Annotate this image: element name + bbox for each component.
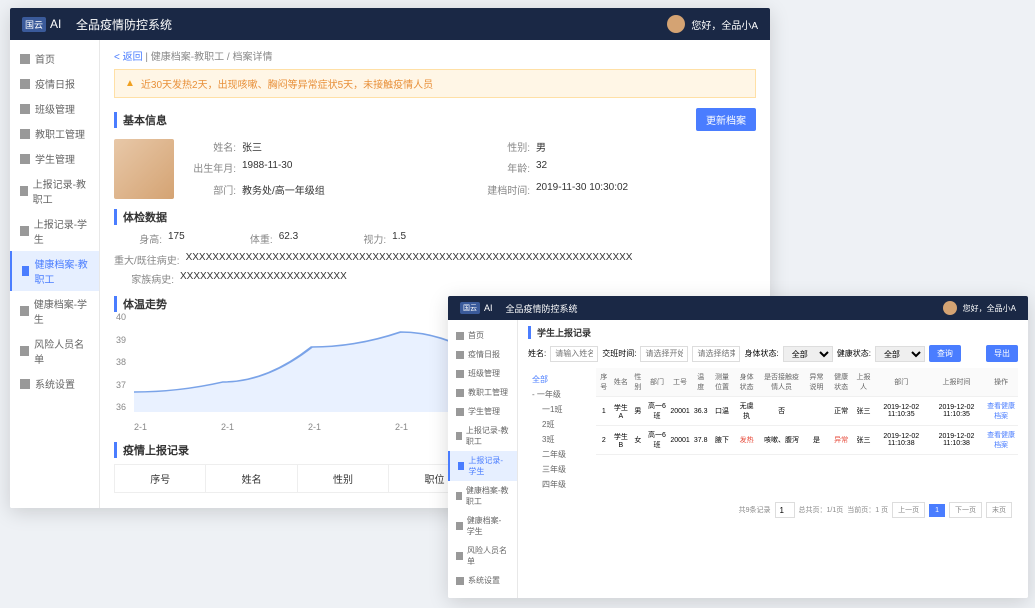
student-report-table: 序号姓名性别部门工号温度测量位置身体状态是否接触疫情人员异常说明健康状态上报人部… (596, 368, 1018, 455)
update-profile-button[interactable]: 更新档案 (696, 108, 756, 131)
sidebar-item[interactable]: 学生管理 (448, 402, 517, 421)
sidebar-item[interactable]: 首页 (448, 326, 517, 345)
menu-icon (20, 346, 29, 356)
health-status-select[interactable]: 全部 (875, 346, 925, 362)
alert-banner: 近30天发热2天，出现咳嗽、胸闷等异常症状5天，未接触疫情人员 (114, 69, 756, 98)
body-status-select[interactable]: 全部 (783, 346, 833, 362)
tree-node[interactable]: 二年级 (542, 447, 584, 462)
sidebar-item[interactable]: 风险人员名单 (10, 331, 99, 371)
app-logo: 国云AI 全品疫情防控系统 (22, 16, 172, 33)
filter-bar: 姓名: 交班时间: 身体状态:全部 健康状态:全部 查询 导出 (528, 345, 1018, 362)
tree-node-grade[interactable]: - 一年级 (532, 387, 584, 402)
sidebar-item[interactable]: 上报记录-学生 (10, 211, 99, 251)
user-badge[interactable]: 您好，全品小A (943, 301, 1016, 315)
sidebar-item[interactable]: 教职工管理 (448, 383, 517, 402)
sidebar-item[interactable]: 健康档案-学生 (10, 291, 99, 331)
table-row: 2学生B女高一6班2000137.8腋下发热咳嗽、腹泻是异常张三2019-12-… (596, 426, 1018, 455)
export-button[interactable]: 导出 (986, 345, 1018, 362)
menu-icon (456, 351, 464, 359)
sidebar-item[interactable]: 上报记录-教职工 (448, 421, 517, 451)
sidebar-item[interactable]: 上报记录-学生 (448, 451, 517, 481)
app-logo: 国云AI 全品疫情防控系统 (460, 302, 578, 315)
sidebar-item[interactable]: 学生管理 (10, 146, 99, 171)
avatar (943, 301, 957, 315)
class-tree: 全部 - 一年级 一1班2班3班二年级三年级四年级 (528, 368, 588, 496)
search-button[interactable]: 查询 (929, 345, 961, 362)
sidebar-item[interactable]: 系统设置 (448, 571, 517, 590)
tree-node[interactable]: 2班 (542, 417, 584, 432)
menu-icon (456, 492, 462, 500)
sidebar-item[interactable]: 上报记录-教职工 (10, 171, 99, 211)
sidebar-item[interactable]: 风险人员名单 (448, 541, 517, 571)
menu-icon (456, 408, 464, 416)
back-link[interactable]: < 返回 (114, 52, 143, 63)
menu-icon (456, 432, 462, 440)
page-title: 学生上报记录 (528, 326, 1018, 339)
tree-node[interactable]: 三年级 (542, 462, 584, 477)
sidebar-item[interactable]: 健康档案-教职工 (448, 481, 517, 511)
sidebar-item[interactable]: 健康档案-教职工 (10, 251, 99, 291)
prev-page-button[interactable]: 上一页 (892, 502, 925, 518)
profile-photo (114, 139, 174, 199)
menu-icon (20, 54, 30, 64)
last-page-button[interactable]: 末页 (986, 502, 1012, 518)
avatar (667, 15, 685, 33)
sidebar-item[interactable]: 班级管理 (10, 96, 99, 121)
pagination: 共9条记录 总共页：1/1页当前页：1 页 上一页 1 下一页 末页 (528, 496, 1018, 524)
menu-icon (456, 522, 463, 530)
sidebar: 首页疫情日报班级管理教职工管理学生管理上报记录-教职工上报记录-学生健康档案-教… (448, 320, 518, 598)
tree-node-all[interactable]: 全部 (532, 372, 584, 387)
next-page-button[interactable]: 下一页 (949, 502, 982, 518)
sidebar-item[interactable]: 疫情日报 (448, 345, 517, 364)
name-input[interactable] (550, 346, 598, 362)
menu-icon (458, 462, 464, 470)
sidebar-item[interactable]: 班级管理 (448, 364, 517, 383)
menu-icon (20, 226, 29, 236)
menu-icon (22, 266, 29, 276)
breadcrumb: < 返回 | 健康档案-教职工 / 档案详情 (114, 48, 756, 69)
menu-icon (20, 129, 30, 139)
sidebar-item[interactable]: 首页 (10, 46, 99, 71)
sidebar-item[interactable]: 疫情日报 (10, 71, 99, 96)
tree-node[interactable]: 四年级 (542, 477, 584, 492)
menu-icon (20, 306, 29, 316)
menu-icon (456, 370, 464, 378)
sidebar-item[interactable]: 教职工管理 (10, 121, 99, 146)
sidebar: 首页疫情日报班级管理教职工管理学生管理上报记录-教职工上报记录-学生健康档案-教… (10, 40, 100, 508)
table-row: 1学生A男高一6班2000136.3口温无虞执否正常张三2019-12-02 1… (596, 397, 1018, 426)
section-title: 体检数据 (114, 209, 756, 225)
section-title: 基本信息 (114, 112, 167, 128)
tree-node[interactable]: 3班 (542, 432, 584, 447)
menu-icon (456, 332, 464, 340)
end-date-input[interactable] (692, 346, 740, 362)
sidebar-item[interactable]: 健康档案-学生 (448, 511, 517, 541)
view-profile-link[interactable]: 查看健康档案 (984, 426, 1018, 455)
start-date-input[interactable] (640, 346, 688, 362)
menu-icon (20, 379, 30, 389)
menu-icon (20, 104, 30, 114)
page-input[interactable] (775, 502, 795, 518)
user-badge[interactable]: 您好，全品小A (667, 15, 758, 33)
menu-icon (20, 154, 30, 164)
menu-icon (456, 389, 464, 397)
sidebar-item[interactable]: 系统设置 (10, 371, 99, 396)
tree-node[interactable]: 一1班 (542, 402, 584, 417)
page-1-button[interactable]: 1 (929, 504, 945, 517)
menu-icon (456, 577, 464, 585)
menu-icon (20, 186, 28, 196)
view-profile-link[interactable]: 查看健康档案 (984, 397, 1018, 426)
menu-icon (20, 79, 30, 89)
menu-icon (456, 552, 463, 560)
